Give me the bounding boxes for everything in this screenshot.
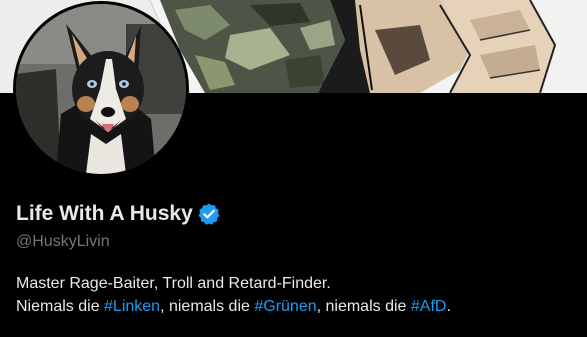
hashtag-link-afd[interactable]: #AfD	[411, 298, 447, 315]
bio-line-1: Master Rage-Baiter, Troll and Retard-Fin…	[16, 275, 331, 292]
verified-badge-icon[interactable]	[197, 202, 221, 226]
profile-page: Life With A Husky @HuskyLivin Master Rag…	[0, 0, 587, 337]
bio-text: , niemals die	[160, 298, 255, 315]
profile-avatar[interactable]	[13, 1, 189, 177]
bio-text: , niemals die	[316, 298, 411, 315]
display-name: Life With A Husky	[16, 202, 193, 225]
display-name-row: Life With A Husky	[16, 199, 221, 229]
profile-bio: Master Rage-Baiter, Troll and Retard-Fin…	[16, 272, 451, 318]
username-handle: @HuskyLivin	[16, 233, 110, 250]
bio-line-2: Niemals die #Linken, niemals die #Grünen…	[16, 295, 451, 318]
hashtag-link-linken[interactable]: #Linken	[104, 298, 160, 315]
bio-text: .	[446, 298, 451, 315]
hashtag-link-gruenen[interactable]: #Grünen	[254, 298, 316, 315]
bio-text: Niemals die	[16, 298, 105, 315]
